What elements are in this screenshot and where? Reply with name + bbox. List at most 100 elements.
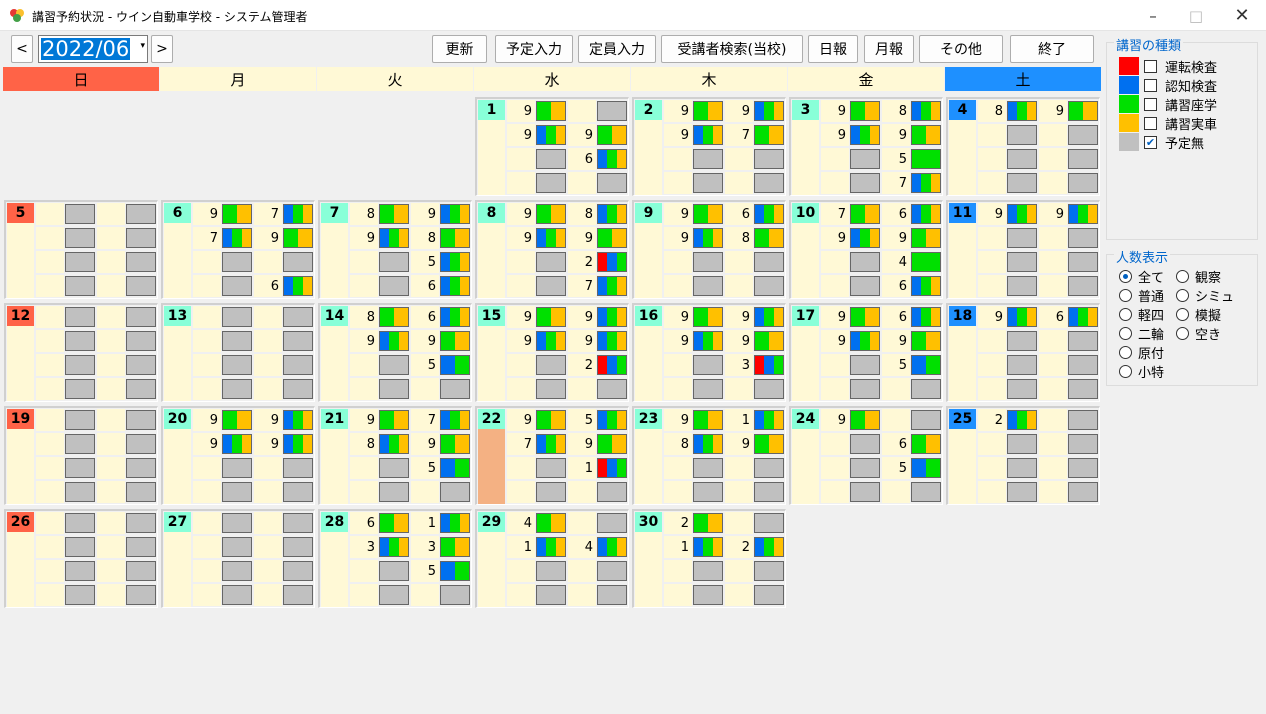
time-slot[interactable]: 3 (350, 536, 410, 558)
time-slot[interactable] (978, 354, 1038, 376)
chevron-down-icon[interactable]: ▾ (140, 41, 145, 51)
time-slot[interactable]: 8 (882, 100, 942, 122)
time-slot[interactable] (664, 378, 724, 400)
time-slot[interactable]: 9 (882, 330, 942, 352)
time-slot[interactable] (350, 378, 410, 400)
time-slot[interactable] (193, 275, 253, 297)
time-slot[interactable] (507, 560, 567, 582)
time-slot[interactable]: 9 (1039, 203, 1099, 225)
time-slot[interactable] (568, 378, 628, 400)
time-slot[interactable]: 8 (725, 227, 785, 249)
time-slot[interactable] (36, 560, 96, 582)
time-slot[interactable]: 6 (1039, 306, 1099, 328)
day-cell[interactable]: 14 8 6 9 9 5 (318, 303, 472, 402)
checkbox[interactable] (1144, 116, 1157, 130)
time-slot[interactable] (1039, 172, 1099, 194)
time-slot[interactable] (821, 148, 881, 170)
time-slot[interactable] (725, 584, 785, 606)
day-cell[interactable]: 19 (4, 406, 158, 505)
day-cell[interactable]: 22 9 5 7 9 1 (475, 406, 629, 505)
day-cell[interactable]: 27 (161, 509, 315, 608)
day-cell[interactable]: 99 6 9 8 (632, 200, 786, 299)
time-slot[interactable]: 9 (664, 306, 724, 328)
time-slot[interactable]: 1 (411, 512, 471, 534)
time-slot[interactable]: 6 (882, 306, 942, 328)
time-slot[interactable] (193, 330, 253, 352)
daily-report-button[interactable]: 日報 (808, 35, 858, 63)
time-slot[interactable] (725, 148, 785, 170)
day-cell[interactable]: 23 9 1 8 9 (632, 406, 786, 505)
time-slot[interactable]: 2 (725, 536, 785, 558)
time-slot[interactable] (36, 378, 96, 400)
radio-empty[interactable]: 空き (1176, 324, 1221, 343)
time-slot[interactable] (254, 584, 314, 606)
time-slot[interactable] (350, 560, 410, 582)
time-slot[interactable] (664, 148, 724, 170)
time-slot[interactable] (1039, 457, 1099, 479)
time-slot[interactable] (97, 457, 157, 479)
time-slot[interactable] (350, 457, 410, 479)
time-slot[interactable] (507, 251, 567, 273)
time-slot[interactable] (664, 354, 724, 376)
time-slot[interactable]: 9 (568, 433, 628, 455)
time-slot[interactable]: 9 (193, 203, 253, 225)
time-slot[interactable] (978, 275, 1038, 297)
time-slot[interactable]: 9 (725, 433, 785, 455)
time-slot[interactable]: 8 (568, 203, 628, 225)
time-slot[interactable]: 5 (411, 251, 471, 273)
day-cell[interactable]: 29997 (632, 97, 786, 196)
day-cell[interactable]: 13 (161, 303, 315, 402)
time-slot[interactable]: 9 (821, 227, 881, 249)
day-cell[interactable]: 12 (4, 303, 158, 402)
day-cell[interactable]: 19996 (475, 97, 629, 196)
time-slot[interactable] (1039, 227, 1099, 249)
time-slot[interactable] (193, 251, 253, 273)
time-slot[interactable] (568, 100, 628, 122)
time-slot[interactable]: 5 (411, 457, 471, 479)
capacity-input-button[interactable]: 定員入力 (578, 35, 656, 63)
time-slot[interactable] (36, 536, 96, 558)
time-slot[interactable] (97, 481, 157, 503)
time-slot[interactable] (97, 354, 157, 376)
time-slot[interactable]: 9 (821, 124, 881, 146)
time-slot[interactable] (1039, 148, 1099, 170)
time-slot[interactable] (664, 584, 724, 606)
time-slot[interactable] (568, 560, 628, 582)
day-cell[interactable]: 48 9 (946, 97, 1100, 196)
time-slot[interactable]: 9 (664, 330, 724, 352)
time-slot[interactable] (1039, 251, 1099, 273)
time-slot[interactable] (36, 203, 96, 225)
time-slot[interactable] (254, 306, 314, 328)
time-slot[interactable] (725, 512, 785, 534)
time-slot[interactable]: 9 (568, 330, 628, 352)
month-input[interactable]: 2022/06 ▾ (38, 35, 148, 63)
time-slot[interactable] (568, 584, 628, 606)
time-slot[interactable]: 3 (725, 354, 785, 376)
time-slot[interactable]: 9 (882, 227, 942, 249)
time-slot[interactable] (36, 512, 96, 534)
time-slot[interactable]: 9 (568, 124, 628, 146)
time-slot[interactable] (411, 584, 471, 606)
refresh-button[interactable]: 更新 (432, 35, 487, 63)
time-slot[interactable] (664, 251, 724, 273)
time-slot[interactable]: 9 (568, 306, 628, 328)
radio-all[interactable]: 全て (1119, 267, 1164, 286)
time-slot[interactable] (725, 378, 785, 400)
time-slot[interactable] (350, 584, 410, 606)
time-slot[interactable] (821, 433, 881, 455)
time-slot[interactable] (97, 512, 157, 534)
time-slot[interactable] (350, 275, 410, 297)
time-slot[interactable] (97, 275, 157, 297)
day-cell[interactable]: 28 6 1 3 3 5 (318, 509, 472, 608)
legend-item[interactable]: 講習実車 (1119, 114, 1217, 133)
time-slot[interactable] (725, 172, 785, 194)
time-slot[interactable]: 9 (664, 100, 724, 122)
time-slot[interactable] (254, 378, 314, 400)
time-slot[interactable]: 9 (411, 330, 471, 352)
time-slot[interactable] (978, 172, 1038, 194)
time-slot[interactable]: 9 (725, 306, 785, 328)
time-slot[interactable]: 6 (882, 203, 942, 225)
time-slot[interactable] (821, 481, 881, 503)
time-slot[interactable] (568, 172, 628, 194)
radio-mock[interactable]: 模擬 (1176, 305, 1221, 324)
